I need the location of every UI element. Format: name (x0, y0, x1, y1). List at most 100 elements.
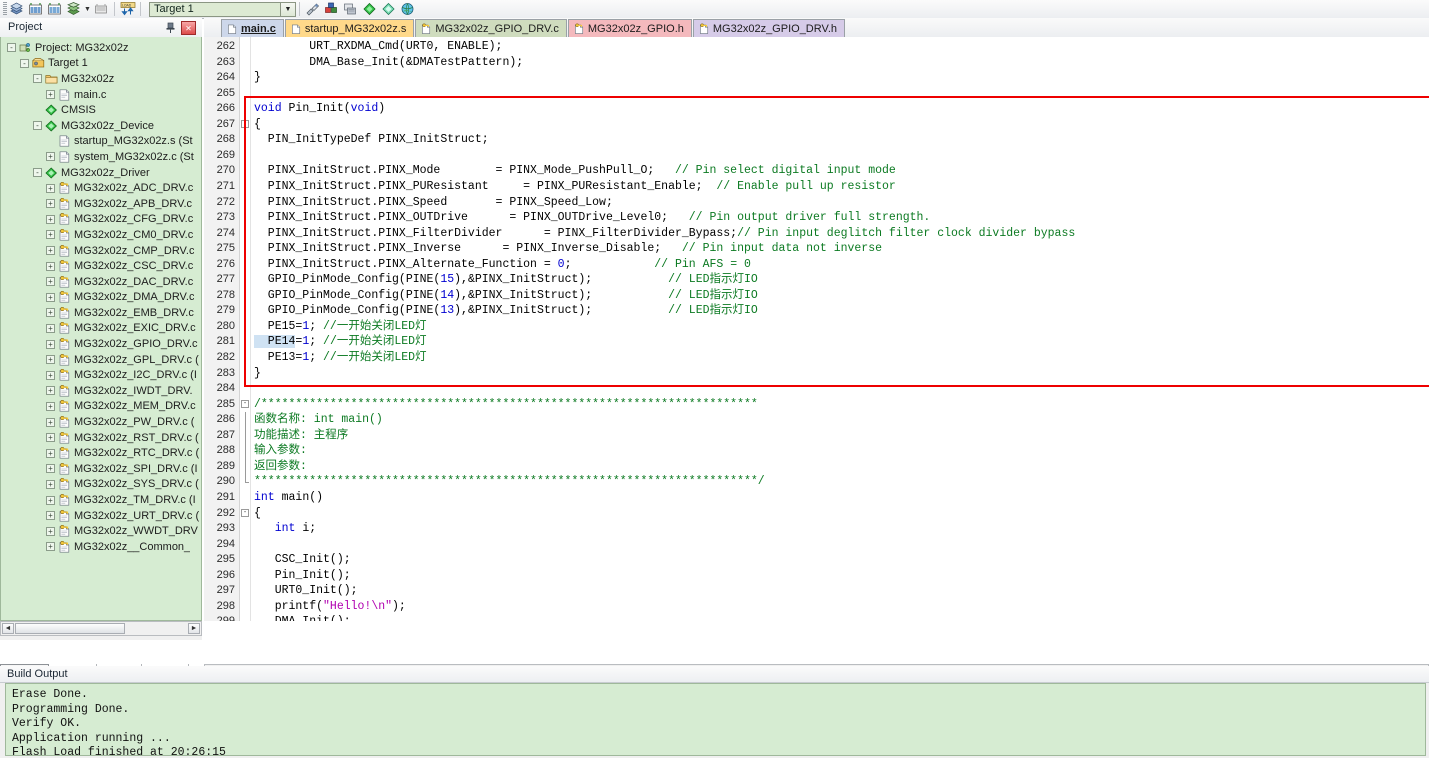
tree-item[interactable]: CMSIS (1, 102, 201, 118)
tree-expand-icon[interactable]: + (46, 339, 55, 349)
code-line[interactable]: } (254, 70, 261, 86)
target-options-icon[interactable] (303, 1, 322, 18)
tree-expand-icon[interactable]: + (46, 90, 55, 100)
tree-expand-icon[interactable]: + (46, 448, 55, 458)
close-icon[interactable]: ✕ (181, 21, 196, 35)
tree-item[interactable]: startup_MG32x02z.s (St (1, 134, 201, 150)
tree-item[interactable]: + MG32x02z__Common_ (1, 539, 201, 555)
tree-expand-icon[interactable]: + (46, 526, 55, 536)
tree-collapse-icon[interactable]: - (33, 74, 42, 84)
tree-item[interactable]: + MG32x02z_I2C_DRV.c (I (1, 367, 201, 383)
tree-item[interactable]: + MG32x02z_TM_DRV.c (I (1, 492, 201, 508)
code-line[interactable]: PINX_InitStruct.PINX_Speed = PINX_Speed_… (254, 195, 613, 211)
tree-item[interactable]: + MG32x02z_MEM_DRV.c (1, 399, 201, 415)
tree-item[interactable]: + MG32x02z_APB_DRV.c (1, 196, 201, 212)
tree-expand-icon[interactable]: + (46, 495, 55, 505)
tree-expand-icon[interactable]: + (46, 323, 55, 333)
tree-item[interactable]: + MG32x02z_EMB_DRV.c (1, 305, 201, 321)
code-line[interactable]: PE14=1; //一开始关闭LED灯 (254, 334, 427, 350)
code-line[interactable]: } (254, 366, 261, 382)
tree-collapse-icon[interactable]: - (33, 168, 42, 178)
tree-expand-icon[interactable]: + (46, 308, 55, 318)
tree-expand-icon[interactable]: + (46, 152, 55, 162)
tree-expand-icon[interactable]: + (46, 417, 55, 427)
code-line[interactable]: URT_RXDMA_Cmd(URT0, ENABLE); (254, 39, 502, 55)
tree-expand-icon[interactable]: + (46, 277, 55, 287)
tree-item[interactable]: - Project: MG32x02z (1, 40, 201, 56)
code-line[interactable]: 功能描述: 主程序 (254, 428, 348, 444)
download-icon[interactable]: LOAD (118, 1, 137, 18)
tree-item[interactable]: + MG32x02z_GPL_DRV.c ( (1, 352, 201, 368)
tree-item[interactable]: + MG32x02z_CSC_DRV.c (1, 258, 201, 274)
tree-item[interactable]: + MG32x02z_URT_DRV.c ( (1, 508, 201, 524)
tree-expand-icon[interactable]: + (46, 261, 55, 271)
scroll-right-arrow-icon[interactable]: ► (188, 623, 200, 634)
tree-item[interactable]: - Target 1 (1, 56, 201, 72)
project-horizontal-scrollbar[interactable]: ◄ ► (0, 621, 202, 636)
tree-expand-icon[interactable]: + (46, 370, 55, 380)
code-line[interactable]: PINX_InitStruct.PINX_Mode = PINX_Mode_Pu… (254, 163, 896, 179)
pack-installer-icon[interactable] (341, 1, 360, 18)
tree-item[interactable]: + MG32x02z_WWDT_DRV (1, 523, 201, 539)
editor-tab-main-c[interactable]: main.c (221, 19, 284, 37)
translate-icon[interactable] (64, 1, 83, 18)
tree-item[interactable]: + MG32x02z_CM0_DRV.c (1, 227, 201, 243)
tree-item[interactable]: + MG32x02z_SPI_DRV.c (I (1, 461, 201, 477)
tree-expand-icon[interactable]: + (46, 433, 55, 443)
dropdown-caret-icon[interactable]: ▼ (83, 1, 92, 18)
batch-build-icon[interactable] (45, 1, 64, 18)
target-select[interactable]: Target 1 (149, 1, 281, 17)
tree-item[interactable]: + MG32x02z_SYS_DRV.c ( (1, 477, 201, 493)
editor-tab-mg32x02z_gpio-h[interactable]: MG32x02z_GPIO.h (567, 19, 692, 37)
code-line[interactable]: PIN_InitTypeDef PINX_InitStruct; (254, 132, 489, 148)
tree-expand-icon[interactable]: + (46, 542, 55, 552)
tree-item[interactable]: + MG32x02z_PW_DRV.c ( (1, 414, 201, 430)
code-line[interactable]: PINX_InitStruct.PINX_OUTDrive = PINX_OUT… (254, 210, 931, 226)
tree-item[interactable]: - MG32x02z_Driver (1, 165, 201, 181)
rebuild-icon[interactable] (26, 1, 45, 18)
code-line[interactable]: int i; (254, 521, 316, 537)
code-line[interactable]: Pin_Init(); (254, 568, 351, 584)
tree-expand-icon[interactable]: + (46, 464, 55, 474)
stop-build-icon[interactable] (92, 1, 111, 18)
code-line[interactable]: PINX_InitStruct.PINX_FilterDivider = PIN… (254, 226, 1075, 242)
code-line[interactable]: PINX_InitStruct.PINX_PUResistant = PINX_… (254, 179, 896, 195)
editor-tab-mg32x02z_gpio_drv-c[interactable]: MG32x02z_GPIO_DRV.c (415, 19, 567, 37)
project-scrollbar-thumb[interactable] (15, 623, 125, 634)
tree-item[interactable]: + MG32x02z_DAC_DRV.c (1, 274, 201, 290)
tree-item[interactable]: + MG32x02z_IWDT_DRV. (1, 383, 201, 399)
globe-icon[interactable] (398, 1, 417, 18)
code-line[interactable]: PINX_InitStruct.PINX_Inverse = PINX_Inve… (254, 241, 882, 257)
tree-expand-icon[interactable]: + (46, 292, 55, 302)
tree-item[interactable]: + MG32x02z_RTC_DRV.c ( (1, 445, 201, 461)
code-line[interactable]: GPIO_PinMode_Config(PINE(13),&PINX_InitS… (254, 303, 758, 319)
manage-components-icon[interactable] (322, 1, 341, 18)
tree-expand-icon[interactable]: + (46, 183, 55, 193)
build-icon[interactable] (7, 1, 26, 18)
tree-item[interactable]: - MG32x02z_Device (1, 118, 201, 134)
code-line[interactable]: PINX_InitStruct.PINX_Alternate_Function … (254, 257, 751, 273)
code-line[interactable]: { (254, 117, 261, 133)
svcs-icon[interactable] (379, 1, 398, 18)
code-line[interactable]: GPIO_PinMode_Config(PINE(15),&PINX_InitS… (254, 272, 758, 288)
code-line[interactable]: GPIO_PinMode_Config(PINE(14),&PINX_InitS… (254, 288, 758, 304)
tree-item[interactable]: + system_MG32x02z.c (St (1, 149, 201, 165)
code-editor[interactable]: 262 URT_RXDMA_Cmd(URT0, ENABLE); 263 DMA_… (204, 37, 1429, 621)
tree-item[interactable]: + MG32x02z_ADC_DRV.c (1, 180, 201, 196)
tree-item[interactable]: + MG32x02z_GPIO_DRV.c (1, 336, 201, 352)
code-line[interactable]: 函数名称: int main() (254, 412, 383, 428)
pin-icon[interactable] (165, 22, 176, 34)
build-output-text[interactable]: Erase Done. Programming Done. Verify OK. Ap… (5, 683, 1426, 756)
tree-item[interactable]: + MG32x02z_CMP_DRV.c (1, 243, 201, 259)
project-tree[interactable]: - Project: MG32x02z - Target 1- MG32x02z + mai… (0, 37, 202, 621)
code-line[interactable]: URT0_Init(); (254, 583, 358, 599)
tree-item[interactable]: - MG32x02z (1, 71, 201, 87)
editor-tab-startup_mg32x02z-s[interactable]: startup_MG32x02z.s (284, 19, 415, 37)
tree-item[interactable]: + main.c (1, 87, 201, 103)
configuration-wizard-icon[interactable] (360, 1, 379, 18)
tree-expand-icon[interactable]: + (46, 386, 55, 396)
code-line[interactable]: ****************************************… (254, 474, 765, 490)
target-select-caret-icon[interactable]: ▼ (281, 1, 296, 17)
code-line[interactable]: { (254, 506, 261, 522)
code-line[interactable]: 输入参数: (254, 443, 307, 459)
